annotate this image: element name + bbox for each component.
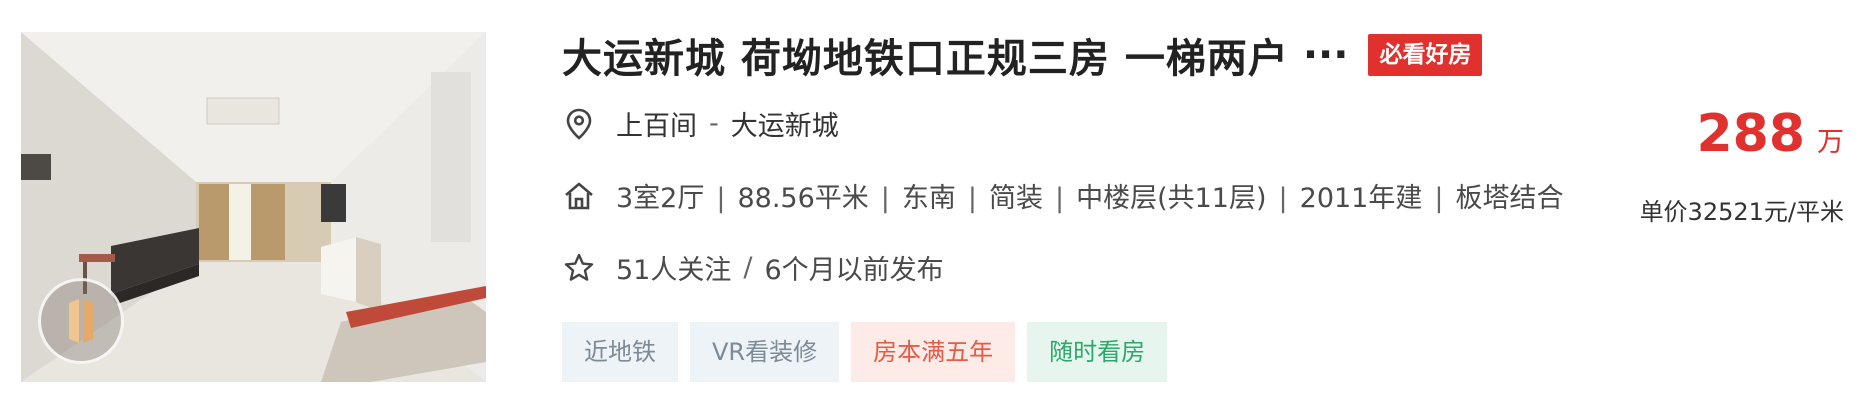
location-separator: - xyxy=(709,108,719,139)
attribute-separator: | xyxy=(880,183,890,214)
house-attributes-row: 3室2厅 | 88.56平米 | 东南 | 简装 | 中楼层(共11层) | 2011年建 | 板塔结合 xyxy=(562,176,1563,215)
publish-time: 6个月以前发布 xyxy=(764,255,944,286)
tag-five-years: 房本满五年 xyxy=(851,322,1016,382)
price-value: 288 xyxy=(1696,104,1805,164)
attribute-separator: | xyxy=(716,183,726,214)
house-attribute: 东南 xyxy=(901,183,956,214)
vr-badge[interactable] xyxy=(38,278,124,364)
house-attribute: 板塔结合 xyxy=(1455,183,1564,214)
follow-separator: / xyxy=(743,252,753,283)
tag-anytime-viewing: 随时看房 xyxy=(1027,322,1168,382)
location-row: 上百间 - 大运新城 xyxy=(562,104,839,143)
follow-row: 51人关注 / 6个月以前发布 xyxy=(562,248,944,287)
house-listing-card[interactable]: 大运新城 荷坳地铁口正规三房 一梯两户 ··· 必看好房 上百间 - 大运新城 … xyxy=(0,0,1866,404)
follow-count: 51人关注 xyxy=(616,255,732,286)
location-area-link[interactable]: 上百间 xyxy=(616,104,697,143)
house-attribute: 简装 xyxy=(988,183,1043,214)
house-attribute: 88.56平米 xyxy=(737,183,869,214)
total-price: 288 万 xyxy=(1696,104,1844,164)
house-icon xyxy=(565,182,593,209)
title-row: 大运新城 荷坳地铁口正规三房 一梯两户 ··· 必看好房 xyxy=(562,30,1483,82)
vr-play-icon xyxy=(69,299,93,343)
house-attribute: 2011年建 xyxy=(1299,183,1423,214)
attribute-separator: | xyxy=(967,183,977,214)
house-attribute: 中楼层(共11层) xyxy=(1076,183,1267,214)
star-icon xyxy=(564,253,594,281)
unit-price: 单价32521元/平米 xyxy=(1639,198,1844,226)
attribute-separator: | xyxy=(1054,183,1065,214)
must-see-badge: 必看好房 xyxy=(1368,34,1483,76)
attribute-separator: | xyxy=(1278,183,1288,214)
house-attributes: 3室2厅 | 88.56平米 | 东南 | 简装 | 中楼层(共11层) | 2011年建 | 板塔结合 xyxy=(616,176,1563,215)
house-attribute: 3室2厅 xyxy=(616,183,705,214)
tag-near-subway: 近地铁 xyxy=(562,322,678,382)
location-pin-icon xyxy=(566,108,592,140)
listing-thumbnail[interactable] xyxy=(21,32,486,382)
title-ellipsis: ··· xyxy=(1302,32,1349,78)
location-community-link[interactable]: 大运新城 xyxy=(731,104,839,143)
attribute-separator: | xyxy=(1434,183,1444,214)
feature-tags: 近地铁 VR看装修 房本满五年 随时看房 xyxy=(562,322,1179,382)
tag-vr-decoration: VR看装修 xyxy=(690,322,840,382)
price-unit: 万 xyxy=(1817,127,1844,158)
listing-title[interactable]: 大运新城 荷坳地铁口正规三房 一梯两户 xyxy=(562,26,1289,84)
